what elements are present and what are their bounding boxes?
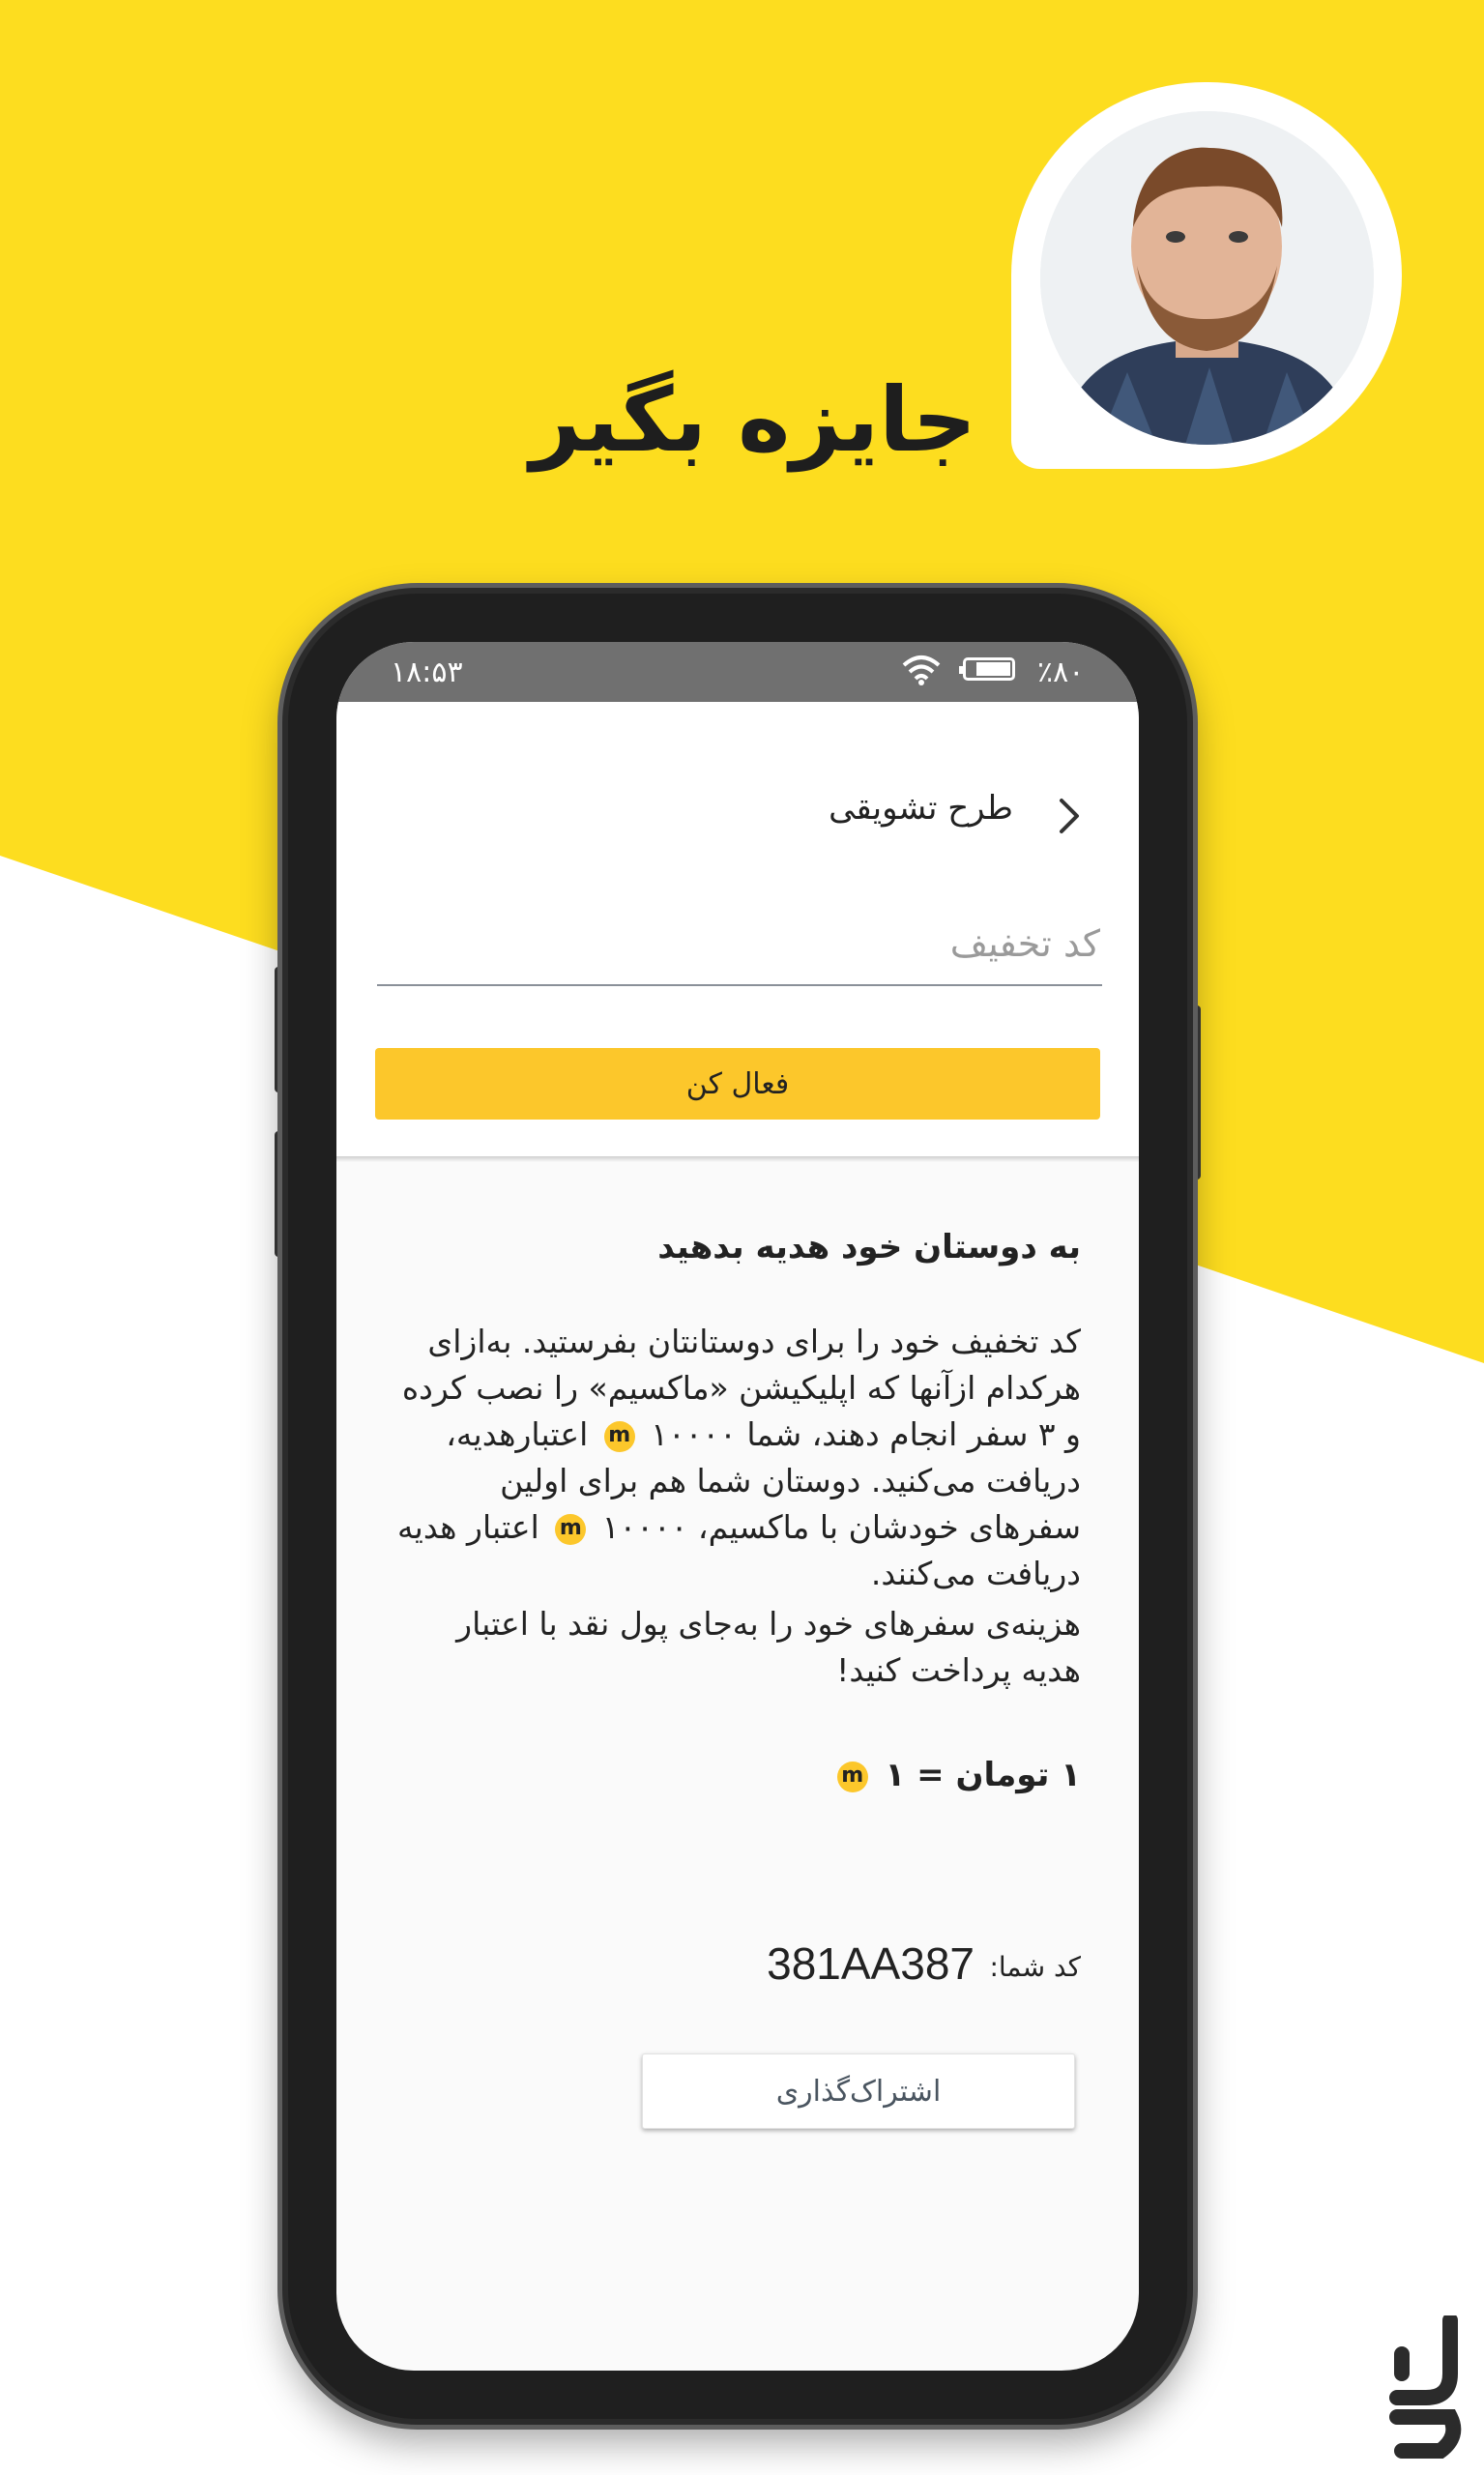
maxim-coin-icon: m xyxy=(836,1761,868,1792)
wifi-icon xyxy=(902,654,941,694)
battery-percentage: ٪۸۰ xyxy=(1037,655,1085,689)
header-divider xyxy=(336,1156,1139,1162)
maxim-coin-icon: m xyxy=(603,1420,635,1452)
chevron-right-icon[interactable] xyxy=(1052,787,1091,845)
your-code-value[interactable]: 381AA387 xyxy=(767,1937,975,1990)
your-code-label: کد شما: xyxy=(989,1951,1081,1983)
phone-screen: ۱۸:۵۳ ٪۸۰ طرح تشویقی فعال کن به دوستان خ… xyxy=(336,642,1139,2371)
maxim-coin-icon: m xyxy=(555,1513,587,1545)
page-title: طرح تشویقی xyxy=(829,789,1013,828)
discount-code-input[interactable] xyxy=(377,915,1102,986)
avatar xyxy=(1040,111,1374,445)
status-time: ۱۸:۵۳ xyxy=(391,655,463,689)
battery-icon xyxy=(959,657,1015,681)
promo-headline: جایزه بگیر xyxy=(530,368,976,472)
status-bar: ۱۸:۵۳ ٪۸۰ xyxy=(336,642,1139,702)
app-header: طرح تشویقی فعال کن xyxy=(336,702,1139,1156)
invite-title: به دوستان خود هدیه بدهید xyxy=(657,1228,1081,1267)
avatar-card xyxy=(1011,82,1402,469)
your-code-row: کد شما: 381AA387 xyxy=(394,1934,1081,2001)
payment-description: هزینه‌ی سفرهای خود را به‌جای پول نقد با … xyxy=(456,1605,1081,1689)
rate-text: ۱ تومان = ۱ xyxy=(885,1756,1081,1794)
store-logo-icon xyxy=(1382,2313,1469,2460)
person-photo-icon xyxy=(1040,111,1374,445)
activate-button[interactable]: فعال کن xyxy=(375,1048,1100,1120)
invite-description: کد تخفیف خود را برای دوستانتان بفرستید. … xyxy=(394,1319,1081,1597)
share-button[interactable]: اشتراک‌گذاری xyxy=(642,2053,1075,2129)
exchange-rate: ۱ تومان = ۱ m xyxy=(394,1756,1081,1794)
